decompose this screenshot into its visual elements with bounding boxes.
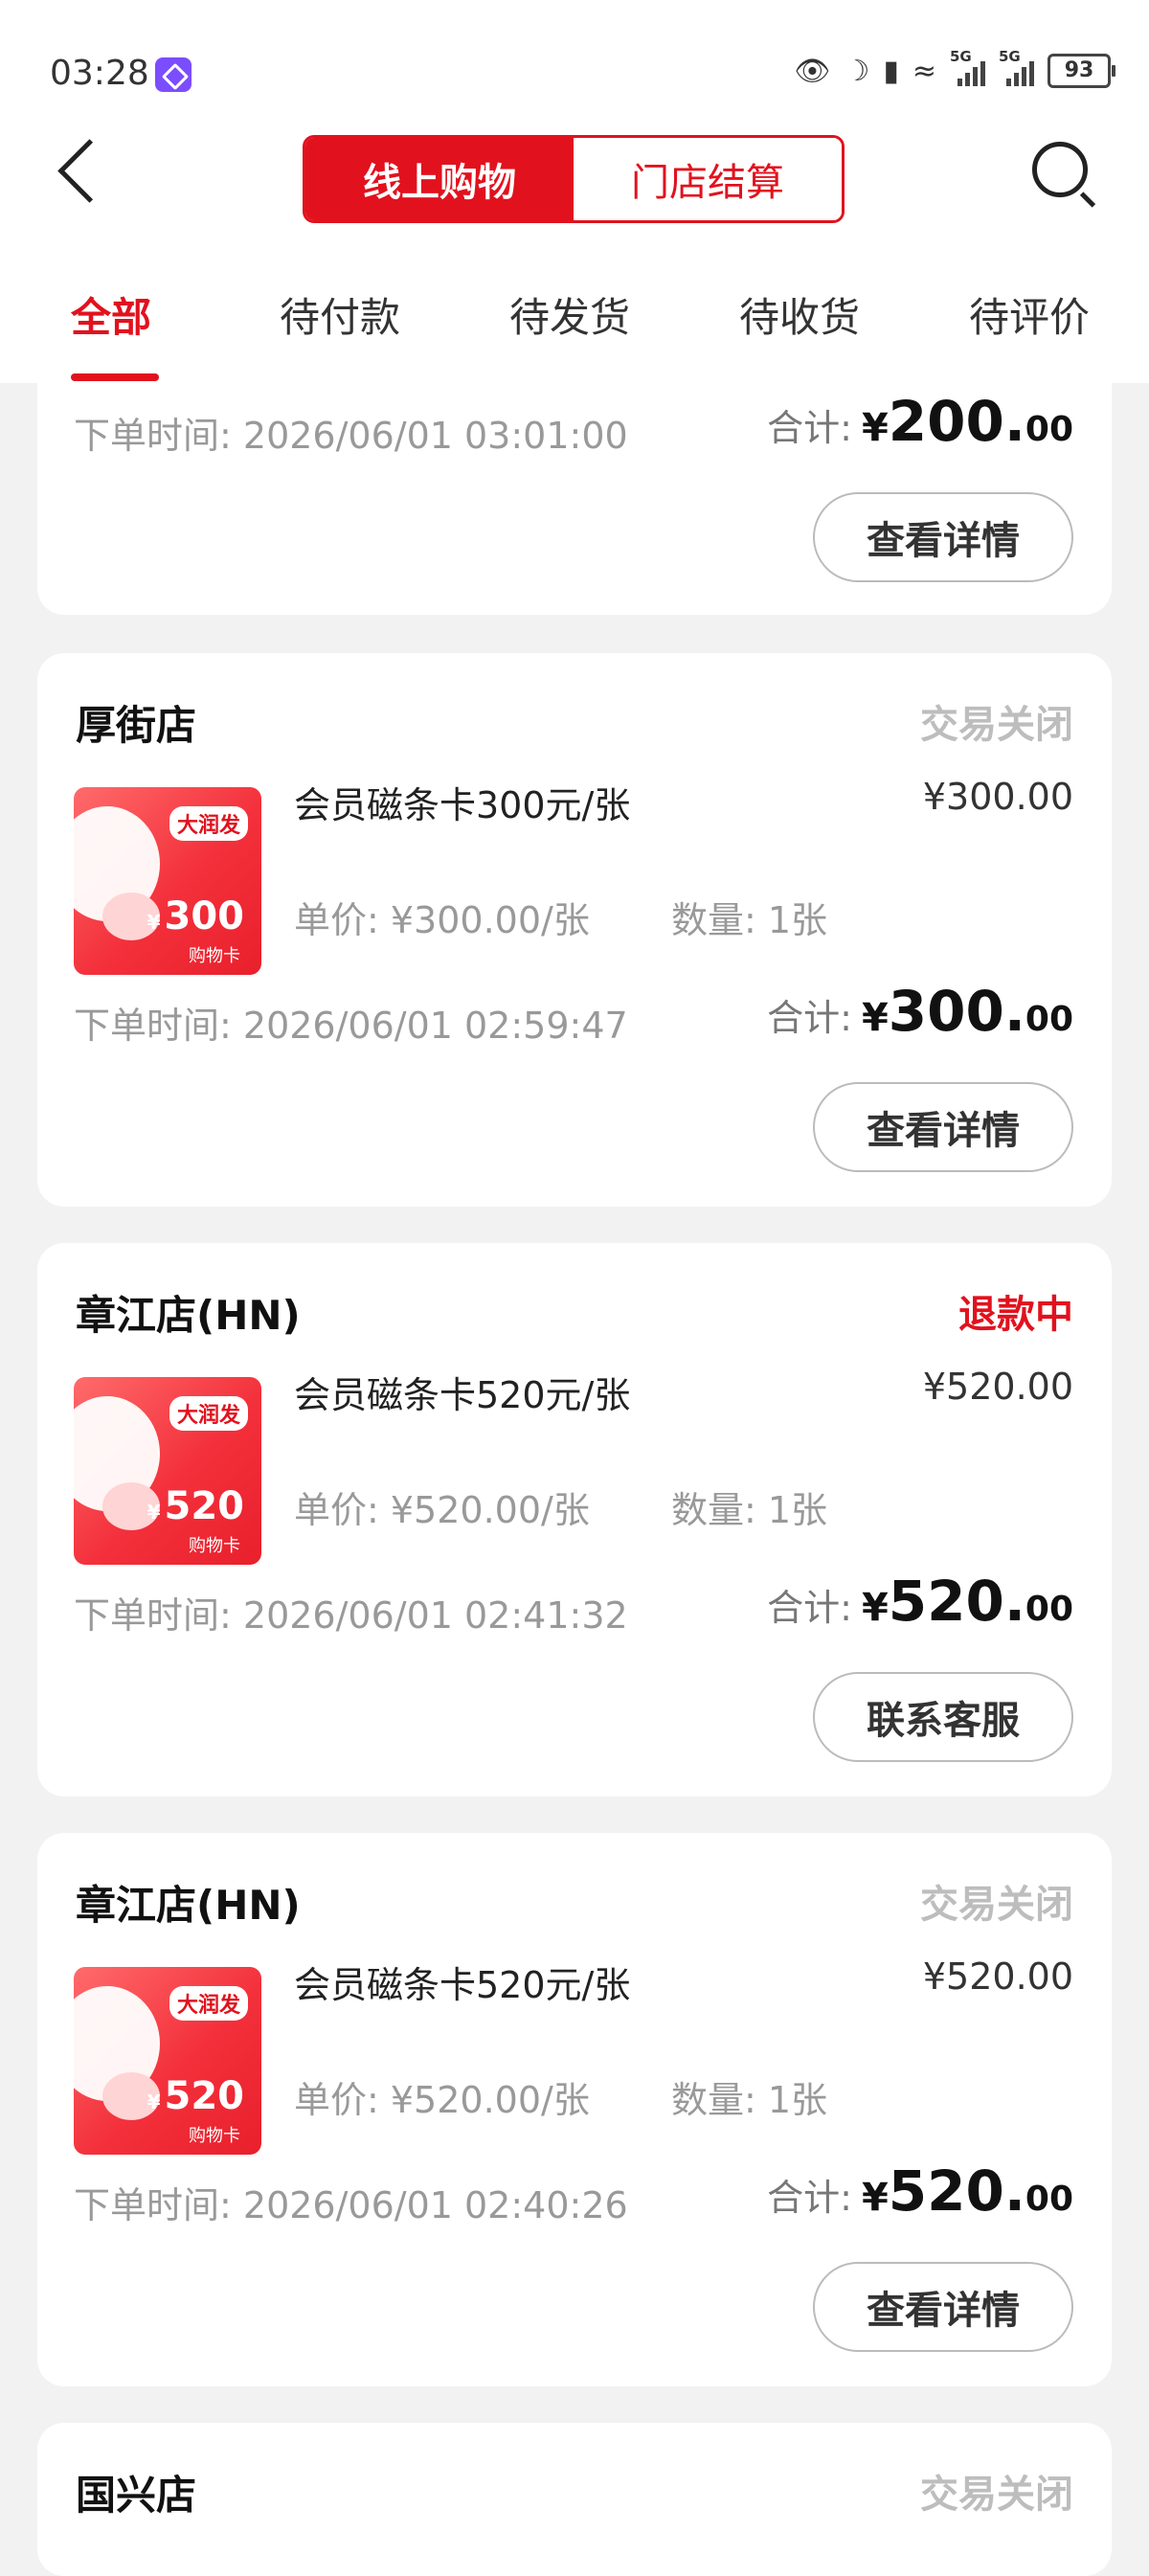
order-card[interactable]: 章江店(HN) 退款中 大润发 ¥520 购物卡 会员磁条卡520元/张 ¥52… bbox=[37, 1243, 1112, 1796]
gift-card-image: 大润发 ¥300 购物卡 bbox=[74, 787, 261, 975]
moon-icon: ☽ bbox=[844, 54, 870, 88]
tab-pending-payment[interactable]: 待付款 bbox=[280, 285, 400, 344]
eye-icon: 👁 bbox=[794, 54, 831, 88]
app-notification-icon bbox=[155, 57, 192, 92]
gift-card-image: 大润发 ¥520 购物卡 bbox=[74, 1377, 261, 1565]
tab-pending-review[interactable]: 待评价 bbox=[969, 285, 1090, 344]
product-name: 会员磁条卡520元/张 bbox=[294, 1374, 631, 1416]
unit-price: 单价: ¥520.00/张 bbox=[294, 1489, 590, 1531]
store-name: 厚街店 bbox=[76, 702, 197, 749]
signal-5g-icon-2: 5G bbox=[999, 48, 1034, 86]
order-card-partial: 下单时间: 2026/06/01 03:01:00 合计: ¥200.00 查看详… bbox=[37, 383, 1112, 615]
order-time: 下单时间: 2026/06/01 02:41:32 bbox=[74, 1594, 628, 1637]
wifi-icon: ≈ bbox=[912, 54, 936, 88]
order-status-tabs: 全部 待付款 待发货 待收货 待评价 bbox=[0, 278, 1149, 383]
order-status: 退款中 bbox=[958, 1293, 1073, 1337]
order-card[interactable]: 厚街店 交易关闭 大润发 ¥300 购物卡 会员磁条卡300元/张 ¥300.0… bbox=[37, 653, 1112, 1207]
order-status: 交易关闭 bbox=[920, 2473, 1073, 2517]
tab-all[interactable]: 全部 bbox=[71, 285, 151, 344]
product-price: ¥520.00 bbox=[922, 1366, 1073, 1408]
search-icon[interactable] bbox=[1032, 142, 1088, 197]
product-name: 会员磁条卡300元/张 bbox=[294, 784, 631, 826]
view-details-button[interactable]: 查看详情 bbox=[813, 492, 1073, 582]
order-time: 下单时间: 2026/06/01 02:59:47 bbox=[74, 1005, 628, 1047]
order-total: 合计: ¥200.00 bbox=[767, 389, 1073, 454]
contact-service-button[interactable]: 联系客服 bbox=[813, 1672, 1073, 1762]
order-status: 交易关闭 bbox=[920, 1883, 1073, 1927]
view-details-button[interactable]: 查看详情 bbox=[813, 2262, 1073, 2352]
signal-5g-icon: 5G bbox=[950, 48, 985, 86]
tab-pending-shipment[interactable]: 待发货 bbox=[509, 285, 630, 344]
battery-icon: 93 bbox=[1048, 54, 1115, 88]
product-price: ¥520.00 bbox=[922, 1955, 1073, 1998]
store-name: 章江店(HN) bbox=[76, 1292, 301, 1339]
status-icons: 👁 ☽ ▮ ≈ 5G 5G 93 bbox=[794, 48, 1115, 88]
view-details-button[interactable]: 查看详情 bbox=[813, 1082, 1073, 1172]
unit-price: 单价: ¥300.00/张 bbox=[294, 899, 590, 941]
order-card[interactable]: 章江店(HN) 交易关闭 大润发 ¥520 购物卡 会员磁条卡520元/张 ¥5… bbox=[37, 1833, 1112, 2386]
product-name: 会员磁条卡520元/张 bbox=[294, 1964, 631, 2006]
quantity: 数量: 1张 bbox=[671, 1489, 828, 1531]
quantity: 数量: 1张 bbox=[671, 899, 828, 941]
order-time: 下单时间: 2026/06/01 02:40:26 bbox=[74, 2184, 628, 2226]
tab-store-checkout[interactable]: 门店结算 bbox=[574, 138, 842, 220]
order-time: 下单时间: 2026/06/01 03:01:00 bbox=[74, 415, 628, 457]
gift-card-image: 大润发 ¥520 购物卡 bbox=[74, 1967, 261, 2155]
tab-pending-receipt[interactable]: 待收货 bbox=[739, 285, 860, 344]
status-time: 03:28 bbox=[50, 54, 149, 93]
order-total: 合计: ¥520.00 bbox=[767, 1569, 1073, 1634]
unit-price: 单价: ¥520.00/张 bbox=[294, 2079, 590, 2121]
order-status: 交易关闭 bbox=[920, 703, 1073, 747]
active-tab-indicator bbox=[71, 373, 159, 381]
store-name: 章江店(HN) bbox=[76, 1882, 301, 1929]
quantity: 数量: 1张 bbox=[671, 2079, 828, 2121]
product-price: ¥300.00 bbox=[922, 776, 1073, 818]
tab-online-shopping[interactable]: 线上购物 bbox=[305, 138, 574, 220]
vibrate-icon: ▮ bbox=[883, 54, 899, 88]
shopping-mode-switch: 线上购物 门店结算 bbox=[303, 135, 845, 223]
order-total: 合计: ¥300.00 bbox=[767, 979, 1073, 1044]
store-name: 国兴店 bbox=[76, 2472, 197, 2519]
order-card[interactable]: 国兴店 交易关闭 bbox=[37, 2423, 1112, 2576]
brand-logo: 大润发 bbox=[169, 1986, 248, 2021]
brand-logo: 大润发 bbox=[169, 1396, 248, 1431]
status-bar: 03:28 👁 ☽ ▮ ≈ 5G 5G 93 bbox=[0, 0, 1149, 144]
order-total: 合计: ¥520.00 bbox=[767, 2158, 1073, 2224]
brand-logo: 大润发 bbox=[169, 806, 248, 841]
